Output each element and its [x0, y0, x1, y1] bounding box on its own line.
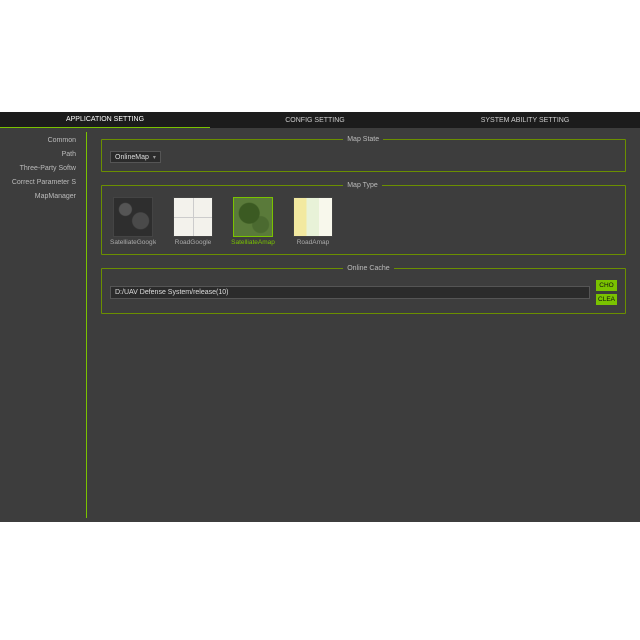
cache-path-input[interactable]: D:/UAV Defense System/release(10)	[110, 286, 590, 299]
tab-application-setting[interactable]: APPLICATION SETTING	[0, 112, 210, 128]
map-thumb-road-amap	[293, 197, 333, 237]
group-map-state-legend: Map State	[343, 136, 383, 143]
map-label-satellite-google: SatelliateGoogle	[110, 239, 156, 246]
map-thumb-satellite-amap	[233, 197, 273, 237]
sidebar-item-correct-parameter[interactable]: Correct Parameter S	[4, 176, 82, 190]
map-label-satellite-amap: SatelliateAmap	[230, 239, 276, 246]
map-label-road-google: RoadGoogle	[170, 239, 216, 246]
sidebar-item-map-manager[interactable]: MapManager	[4, 190, 82, 204]
map-option-satellite-google[interactable]: SatelliateGoogle	[110, 197, 156, 246]
sidebar-item-path[interactable]: Path	[4, 148, 82, 162]
map-state-select[interactable]: OnlineMap ▾	[110, 151, 161, 163]
map-thumb-road-google	[173, 197, 213, 237]
map-option-satellite-amap[interactable]: SatelliateAmap	[230, 197, 276, 246]
group-online-cache: Online Cache D:/UAV Defense System/relea…	[101, 265, 626, 314]
map-option-road-amap[interactable]: RoadAmap	[290, 197, 336, 246]
choose-button[interactable]: CHO	[596, 280, 617, 291]
map-thumb-satellite-google	[113, 197, 153, 237]
chevron-down-icon: ▾	[153, 154, 156, 161]
map-option-road-google[interactable]: RoadGoogle	[170, 197, 216, 246]
map-label-road-amap: RoadAmap	[290, 239, 336, 246]
map-state-select-value: OnlineMap	[115, 154, 149, 161]
group-map-type: Map Type SatelliateGoogle RoadGoogle Sat…	[101, 182, 626, 255]
sidebar-item-common[interactable]: Common	[4, 134, 82, 148]
tab-config-setting[interactable]: CONFIG SETTING	[210, 112, 420, 128]
group-online-cache-legend: Online Cache	[343, 265, 393, 272]
settings-window: { "tabs": { "application": "APPLICATION …	[0, 112, 640, 522]
clear-button[interactable]: CLEA	[596, 294, 617, 305]
group-map-type-legend: Map Type	[343, 182, 382, 189]
group-map-state: Map State OnlineMap ▾	[101, 136, 626, 172]
cache-path-value: D:/UAV Defense System/release(10)	[115, 289, 228, 296]
tab-system-ability-setting[interactable]: SYSTEM ABILITY SETTING	[420, 112, 630, 128]
sidebar: Common Path Three-Party Softw Correct Pa…	[0, 128, 86, 522]
main-panel: Map State OnlineMap ▾ Map Type Satelliat…	[87, 128, 640, 522]
tab-bar: APPLICATION SETTING CONFIG SETTING SYSTE…	[0, 112, 640, 128]
sidebar-item-thirdparty[interactable]: Three-Party Softw	[4, 162, 82, 176]
